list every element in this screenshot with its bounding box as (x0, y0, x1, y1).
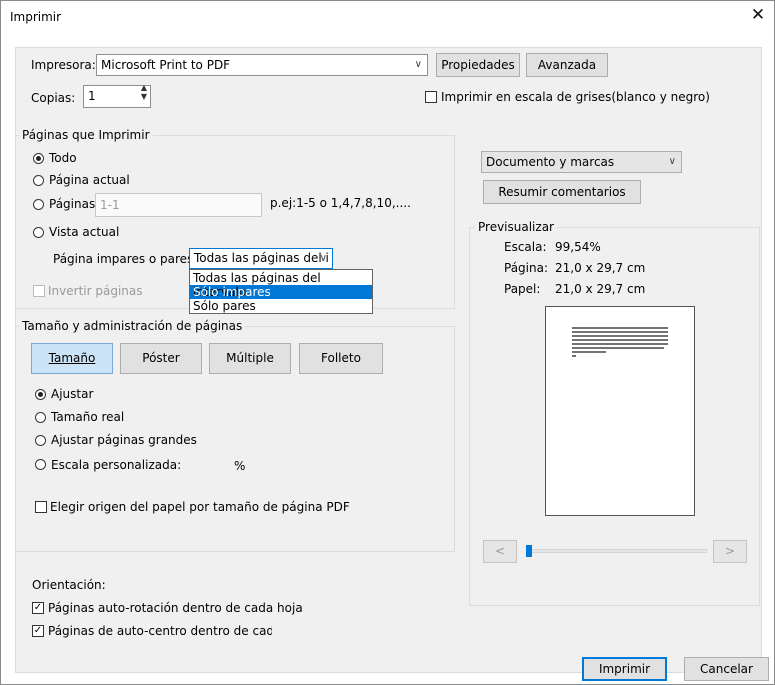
close-icon[interactable]: ✕ (745, 3, 771, 27)
auto-center-label: Páginas de auto-centro dentro de cada h (48, 624, 272, 638)
tab-size[interactable]: Tamaño (31, 343, 113, 374)
radio-view-label: Vista actual (49, 225, 120, 239)
printer-select-value: Microsoft Print to PDF (101, 58, 231, 72)
next-page-button[interactable]: > (713, 540, 747, 563)
dropdown-option-selected[interactable]: Sólo impares (190, 285, 372, 299)
odd-even-value: Todas las páginas del i (194, 251, 329, 265)
properties-button[interactable]: Propiedades (436, 53, 520, 77)
radio-current-page[interactable] (33, 175, 44, 186)
custom-scale-unit: % (234, 459, 246, 473)
printer-label: Impresora: (31, 58, 96, 72)
page-slider-thumb[interactable] (526, 545, 532, 557)
tab-multiple[interactable]: Múltiple (209, 343, 291, 374)
radio-current-view[interactable] (33, 227, 44, 238)
scale-label: Escala: (504, 240, 547, 254)
page-size-label: Página: (504, 261, 549, 275)
printer-select[interactable]: Microsoft Print to PDF ∨ (96, 54, 428, 76)
dropdown-option[interactable]: Todas las páginas del intervalo (190, 271, 372, 299)
summarize-comments-button[interactable]: Resumir comentarios (483, 180, 641, 204)
odd-even-label: Página impares o pares: (53, 252, 198, 266)
pages-hint: p.ej:1-5 o 1,4,7,8,10,.... (270, 196, 411, 210)
dropdown-option[interactable]: Sólo pares (190, 299, 372, 313)
chevron-down-icon: ∨ (414, 59, 422, 70)
pages-range-input[interactable]: 1-1 (95, 193, 262, 217)
radio-actual-label: Tamaño real (51, 410, 125, 424)
page-size-value: 21,0 x 29,7 cm (555, 261, 646, 275)
chevron-down-icon: ∨ (319, 253, 327, 264)
auto-center-checkbox[interactable]: ✓ (32, 625, 44, 637)
reverse-pages-checkbox[interactable] (33, 285, 45, 297)
orientation-label: Orientación: (32, 578, 106, 592)
radio-custom-scale[interactable] (35, 459, 46, 470)
print-button[interactable]: Imprimir (582, 657, 667, 681)
radio-fit[interactable] (35, 389, 46, 400)
radio-shrink-large[interactable] (35, 435, 46, 446)
odd-even-dropdown: Todas las páginas del intervalo Sólo imp… (189, 269, 373, 314)
radio-current-label: Página actual (49, 173, 130, 187)
paper-size-value: 21,0 x 29,7 cm (555, 282, 646, 296)
preview-legend: Previsualizar (475, 220, 557, 234)
cancel-button[interactable]: Cancelar (684, 657, 769, 681)
chevron-down-icon: ∨ (668, 156, 676, 167)
tab-booklet[interactable]: Folleto (299, 343, 383, 374)
comments-select-value: Documento y marcas (486, 155, 615, 169)
paper-size-label: Papel: (504, 282, 541, 296)
auto-rotate-label: Páginas auto-rotación dentro de cada hoj… (48, 601, 303, 615)
paper-source-label: Elegir origen del papel por tamaño de pá… (50, 500, 350, 514)
advanced-button[interactable]: Avanzada (526, 53, 608, 77)
auto-rotate-checkbox[interactable]: ✓ (32, 602, 44, 614)
reverse-pages-label: Invertir páginas (48, 284, 143, 298)
stepper-arrows-icon[interactable]: ▲ ▼ (141, 83, 147, 101)
prev-page-button[interactable]: < (483, 540, 517, 563)
copies-value: 1 (88, 89, 96, 103)
radio-fit-label: Ajustar (51, 387, 94, 401)
copies-stepper[interactable]: 1 ▲ ▼ (83, 83, 151, 108)
sizing-legend: Tamaño y administración de páginas (19, 319, 246, 333)
odd-even-select[interactable]: Todas las páginas del i ∨ (189, 248, 333, 269)
tab-poster[interactable]: Póster (120, 343, 202, 374)
paper-source-checkbox[interactable] (35, 501, 47, 513)
preview-page (545, 306, 695, 516)
radio-all-label: Todo (49, 151, 77, 165)
radio-shrink-label: Ajustar páginas grandes (51, 433, 197, 447)
page-slider-track[interactable] (527, 549, 707, 553)
radio-pages-label: Páginas (49, 197, 96, 211)
radio-pages[interactable] (33, 199, 44, 210)
dialog-title: Imprimir (10, 10, 62, 24)
radio-actual-size[interactable] (35, 412, 46, 423)
pages-legend: Páginas que Imprimir (19, 128, 153, 142)
radio-custom-label: Escala personalizada: (51, 458, 182, 472)
preview-text-lines (572, 327, 668, 357)
scale-value: 99,54% (555, 240, 601, 254)
radio-all[interactable] (33, 153, 44, 164)
grayscale-label: Imprimir en escala de grises(blanco y ne… (441, 90, 710, 104)
copies-label: Copias: (31, 91, 76, 105)
comments-select[interactable]: Documento y marcas ∨ (481, 151, 682, 173)
grayscale-checkbox[interactable] (425, 91, 437, 103)
